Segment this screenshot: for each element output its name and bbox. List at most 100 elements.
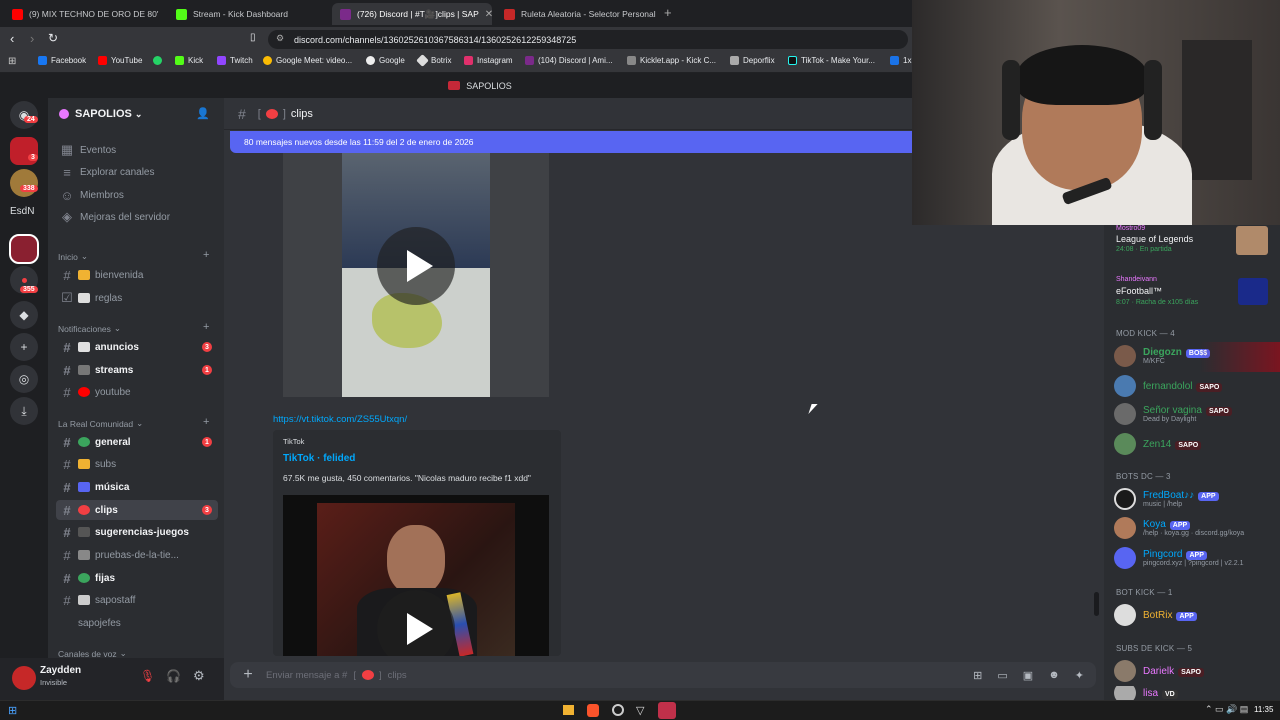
gift-icon[interactable]: ⊞: [973, 669, 982, 682]
attach-plus-icon[interactable]: +: [230, 666, 266, 684]
member-item[interactable]: Koya APP/help · koya.gg · discord.gg/koya: [1114, 517, 1244, 539]
folder-icon[interactable]: [563, 705, 574, 715]
channel-streams[interactable]: # streams 1: [56, 360, 218, 380]
member-item[interactable]: fernandolol SAPO: [1114, 375, 1223, 397]
browser-tab[interactable]: Stream - Kick Dashboard: [168, 3, 328, 25]
server-icon-game[interactable]: ◆: [10, 301, 38, 329]
sticker-icon[interactable]: ▣: [1023, 669, 1033, 682]
browser-tab-active[interactable]: (726) Discord | #T🎥]clips | SAP ✕: [332, 3, 492, 25]
server-esdn[interactable]: EsdN: [10, 206, 34, 217]
bookmark-whatsapp[interactable]: [153, 56, 162, 65]
channel-fijas[interactable]: # fijas: [56, 568, 218, 588]
chat-scrollbar[interactable]: [1094, 592, 1099, 616]
category-inicio[interactable]: Inicio ⌄: [58, 251, 88, 262]
reload-icon[interactable]: ↻: [48, 31, 58, 45]
tray-icons[interactable]: ⌃ ▭ 🔊 ▤: [1205, 704, 1248, 715]
member-item[interactable]: Diegozn BO$$ M/KFC: [1114, 345, 1211, 367]
channel-reglas[interactable]: ☑ reglas: [56, 288, 218, 308]
bookmark-discord[interactable]: (104) Discord | Ami...: [525, 56, 613, 65]
channel-youtube[interactable]: # youtube: [56, 382, 218, 402]
apps-icon[interactable]: ✦: [1075, 669, 1084, 682]
site-info-icon[interactable]: ⚙: [276, 33, 284, 44]
bookmark-youtube[interactable]: YouTube: [98, 56, 142, 65]
embed-video-2[interactable]: [283, 495, 549, 656]
embed-title[interactable]: TikTok · felided: [283, 453, 355, 464]
add-member-icon[interactable]: 👤: [196, 107, 210, 120]
obs-icon[interactable]: [612, 704, 624, 716]
create-channel-icon[interactable]: +: [203, 321, 209, 333]
play-button[interactable]: [377, 227, 455, 305]
bookmark-botrix[interactable]: Botrix: [416, 54, 451, 67]
server-icon-sapolios[interactable]: [9, 234, 39, 264]
sidebar-item-explorar[interactable]: ≡ Explorar canales: [56, 162, 218, 182]
bookmark-google[interactable]: Google: [366, 56, 405, 65]
member-item[interactable]: Darielk SAPO: [1114, 660, 1204, 682]
create-channel-icon[interactable]: +: [203, 249, 209, 261]
category-notificaciones[interactable]: Notificaciones ⌄: [58, 323, 121, 334]
member-item[interactable]: Pingcord APP pingcord.xyz | ?pingcord | v2…: [1114, 547, 1244, 569]
browser-tab[interactable]: (9) MIX TECHNO DE ORO DE 80': [4, 3, 164, 25]
mic-muted-icon[interactable]: 🎙: [140, 669, 155, 683]
start-icon[interactable]: ⊞: [8, 704, 17, 717]
add-server-button[interactable]: +: [10, 333, 38, 361]
hash-icon: #: [63, 434, 71, 450]
message-link[interactable]: https://vt.tiktok.com/ZS55Utxqn/: [273, 414, 407, 425]
bookmark-icon[interactable]: ▯: [250, 32, 256, 43]
member-item[interactable]: Señor vagina SAPO Dead by Daylight: [1114, 403, 1232, 425]
gif-icon[interactable]: ▭: [997, 669, 1007, 682]
member-item[interactable]: BotRix APP: [1114, 604, 1197, 626]
bookmark-kicklet[interactable]: Kicklet.app - Kick C...: [627, 56, 716, 65]
explore-button[interactable]: ◎: [10, 365, 38, 393]
embed-video-1[interactable]: [283, 153, 549, 397]
bookmark-kick[interactable]: Kick: [175, 56, 203, 65]
channel-subs[interactable]: # subs: [56, 454, 218, 474]
browser-tab[interactable]: Ruleta Aleatoria - Selector Personaliz: [496, 3, 656, 25]
url-field[interactable]: ⚙ discord.com/channels/13602526103675863…: [268, 30, 908, 49]
bookmark-instagram[interactable]: Instagram: [464, 56, 513, 65]
channel-sapojefes[interactable]: sapojefes: [56, 613, 218, 633]
close-icon[interactable]: ✕: [485, 9, 492, 20]
channel-musica[interactable]: # música: [56, 477, 218, 497]
gear-icon[interactable]: ⚙: [193, 668, 205, 684]
back-icon[interactable]: ‹: [10, 31, 14, 46]
bookmark-facebook[interactable]: Facebook: [38, 56, 86, 65]
brave-icon[interactable]: [587, 704, 599, 717]
sidebar-item-eventos[interactable]: ▦ Eventos: [56, 140, 218, 160]
channel-anuncios[interactable]: # anuncios 3: [56, 337, 218, 357]
member-item[interactable]: Zen14 SAPO: [1114, 433, 1202, 455]
deporflix-icon: [730, 56, 739, 65]
member-item[interactable]: lisa VD: [1114, 686, 1178, 700]
download-button[interactable]: ⤓: [10, 397, 38, 425]
channel-pruebas[interactable]: # pruebas-de-la-tie...: [56, 545, 218, 565]
avatar[interactable]: [12, 666, 36, 690]
direct-messages-button[interactable]: ◉: [10, 101, 38, 129]
tiktok-live-icon[interactable]: [658, 702, 676, 719]
channel-sapostaff[interactable]: # sapostaff: [56, 590, 218, 610]
emoji-icon[interactable]: ☻: [1048, 669, 1060, 682]
member-item[interactable]: FredBoat♪♪ APP music | /help: [1114, 488, 1219, 510]
channel-clips[interactable]: # clips 3: [56, 500, 218, 520]
new-messages-bar[interactable]: 80 mensajes nuevos desde las 11:59 del 2…: [230, 131, 920, 153]
new-tab-icon[interactable]: +: [664, 5, 672, 20]
server-icon-avatar[interactable]: [10, 169, 38, 197]
sidebar-item-miembros[interactable]: ☺ Miembros: [56, 185, 218, 205]
apps-icon[interactable]: ⊞: [8, 56, 16, 67]
bookmark-1x[interactable]: 1x: [890, 56, 911, 65]
sidebar-item-mejoras[interactable]: ◈ Mejoras del servidor: [56, 207, 218, 227]
app-icon[interactable]: ▽: [636, 704, 644, 717]
channel-bienvenida[interactable]: # bienvenida: [56, 265, 218, 285]
channel-label: clips: [95, 504, 118, 516]
bookmark-tiktok[interactable]: TikTok - Make Your...: [788, 56, 875, 65]
server-header[interactable]: SAPOLIOS ⌄ 👤: [48, 98, 224, 130]
avatar: [1114, 517, 1136, 539]
channel-general[interactable]: # general 1: [56, 432, 218, 452]
channel-sugerencias-juegos[interactable]: # sugerencias-juegos: [56, 522, 218, 542]
bookmark-meet[interactable]: Google Meet: video...: [263, 56, 352, 65]
create-channel-icon[interactable]: +: [203, 416, 209, 428]
message-composer[interactable]: + Enviar mensaje a # [ ] clips ⊞ ▭ ▣ ☻ ✦: [230, 662, 1096, 688]
headphones-icon[interactable]: 🎧: [166, 669, 181, 683]
category-real-comunidad[interactable]: La Real Comunidad ⌄: [58, 418, 143, 429]
bookmark-twitch[interactable]: Twitch: [217, 56, 253, 65]
bookmark-deporflix[interactable]: Deporflix: [730, 56, 775, 65]
forward-icon[interactable]: ›: [30, 31, 34, 46]
